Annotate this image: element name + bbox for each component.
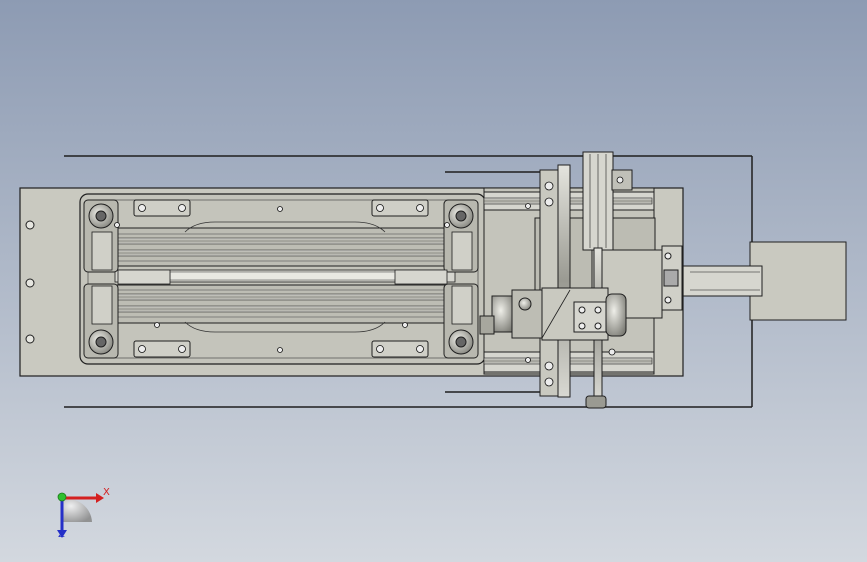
upper-rail-2 xyxy=(111,249,453,257)
output-bracket[interactable] xyxy=(749,241,847,321)
lower-rail-2 xyxy=(111,305,453,313)
output-shaft[interactable] xyxy=(681,265,763,297)
upper-rail-assembly[interactable] xyxy=(111,227,453,267)
mount-hole-2 xyxy=(25,278,35,288)
triad-z-label: Z xyxy=(58,529,65,540)
triad-x-label: X xyxy=(103,487,110,498)
center-slot xyxy=(169,271,411,281)
spindle-motor[interactable] xyxy=(479,287,627,341)
screw-end-cap xyxy=(585,395,607,409)
cad-graphics-area[interactable] xyxy=(0,0,867,562)
lower-rail-assembly[interactable] xyxy=(111,284,453,324)
mount-hole-1 xyxy=(25,220,35,230)
y-axis xyxy=(57,492,67,502)
lower-rail xyxy=(111,293,453,301)
bottom-bracket-left xyxy=(117,269,171,285)
bottom-bracket-right xyxy=(394,269,448,285)
upper-rail xyxy=(111,237,453,245)
mount-hole-3 xyxy=(25,334,35,344)
